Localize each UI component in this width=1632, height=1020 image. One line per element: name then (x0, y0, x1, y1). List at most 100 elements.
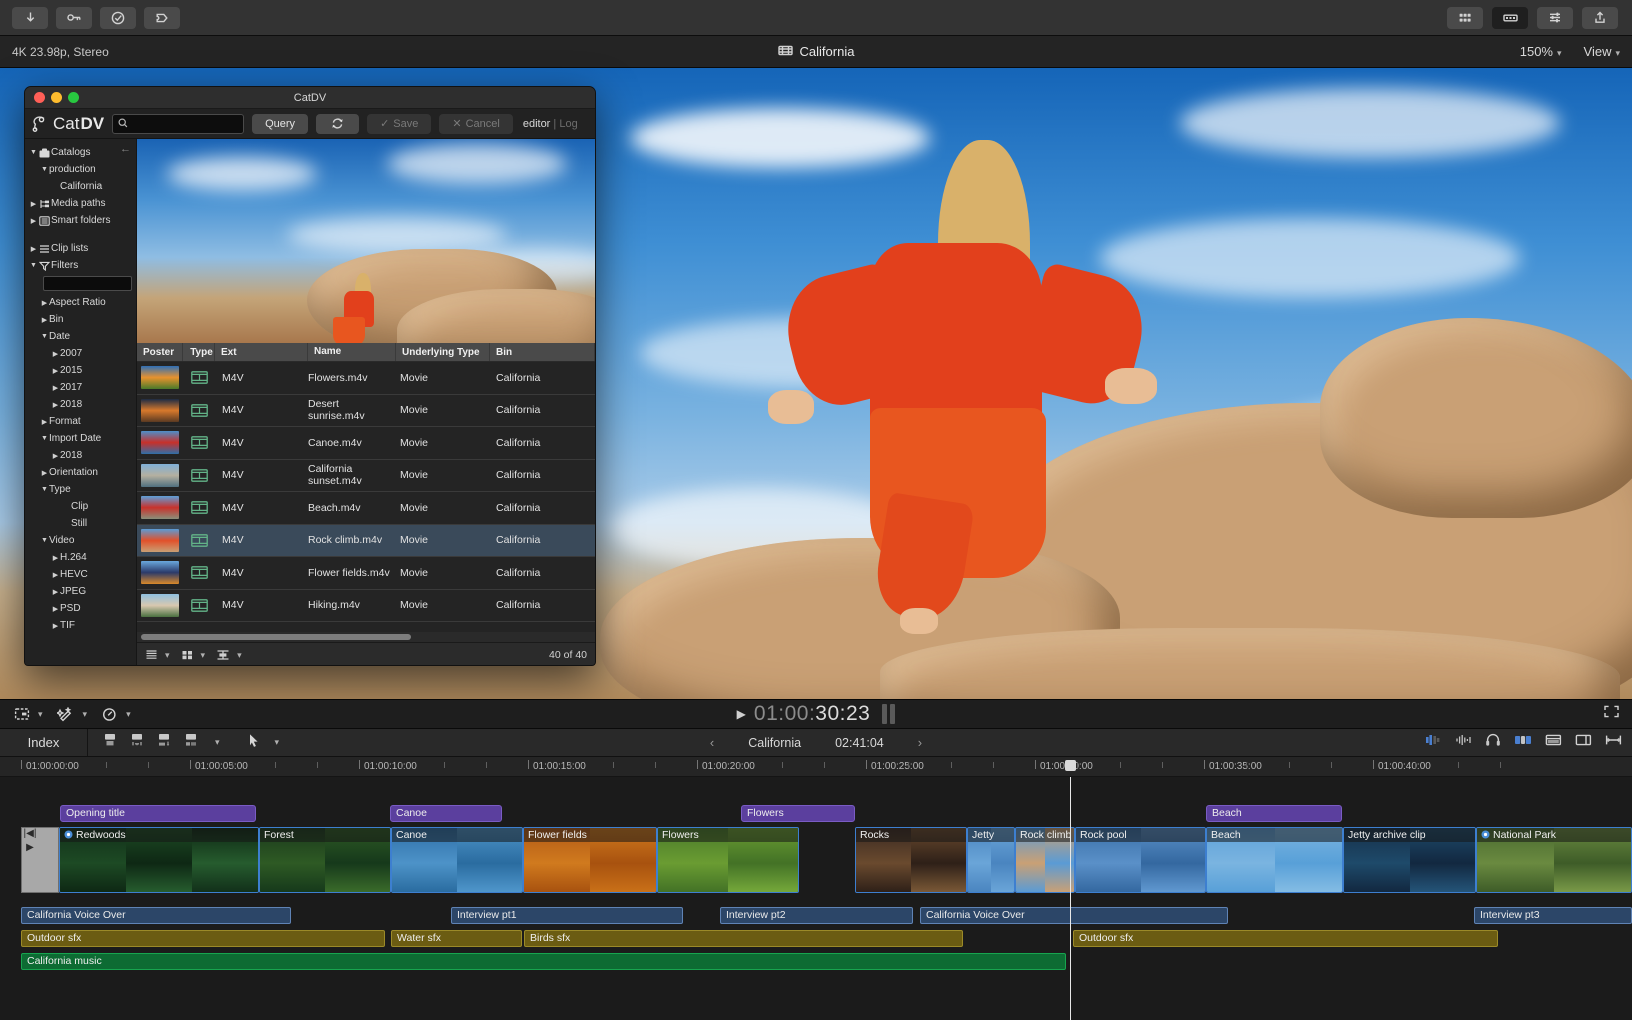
grid-view-icon[interactable]: ▾ (181, 649, 206, 661)
column-header-bin[interactable]: Bin (490, 343, 595, 361)
table-row[interactable]: M4VDesert sunrise.m4vMovieCalifornia (137, 395, 595, 428)
tree-item-media-paths[interactable]: ▶Media paths (25, 195, 136, 212)
timeline-ruler[interactable]: 01:00:00:0001:00:05:0001:00:10:0001:00:1… (0, 757, 1632, 777)
filter-search-input[interactable] (43, 276, 132, 291)
video-clip[interactable]: Jetty archive clip (1343, 827, 1476, 893)
keywords-button[interactable] (56, 7, 92, 29)
video-clip[interactable]: Flowers (657, 827, 799, 893)
column-header-poster[interactable]: Poster (137, 343, 183, 361)
title-clip[interactable]: Flowers (741, 805, 855, 822)
twisty-right-icon[interactable]: ▶ (51, 554, 60, 562)
table-row[interactable]: M4VHiking.m4vMovieCalifornia (137, 590, 595, 623)
twisty-down-icon[interactable]: ▼ (40, 333, 49, 340)
column-header-type[interactable]: Type (183, 343, 215, 361)
title-clip[interactable]: Opening title (60, 805, 256, 822)
analyze-button[interactable] (100, 7, 136, 29)
twisty-right-icon[interactable]: ▶ (51, 605, 60, 613)
catdv-table-body[interactable]: M4VFlowers.m4vMovieCaliforniaM4VDesert s… (137, 362, 595, 632)
twisty-right-icon[interactable]: ▶ (51, 622, 60, 630)
twisty-right-icon[interactable]: ▶ (29, 217, 38, 225)
twisty-right-icon[interactable]: ▶ (51, 350, 60, 358)
browser-layout-button[interactable] (1447, 7, 1483, 29)
tree-item-tif[interactable]: ▶TIF (25, 617, 136, 634)
video-clip[interactable]: Beach (1206, 827, 1343, 893)
twisty-down-icon[interactable]: ▼ (29, 262, 38, 269)
tree-item-filters[interactable]: ▼Filters (25, 257, 136, 274)
audio-meters-button[interactable] (1425, 733, 1442, 752)
table-row[interactable]: M4VBeach.m4vMovieCalifornia (137, 492, 595, 525)
background-tasks-button[interactable] (144, 7, 180, 29)
tree-item-clip[interactable]: Clip (25, 498, 136, 515)
tree-item-2018[interactable]: ▶2018 (25, 396, 136, 413)
timeline-playhead[interactable] (1070, 777, 1071, 1020)
tree-item-h-264[interactable]: ▶H.264 (25, 549, 136, 566)
video-clip[interactable]: Rock pool (1075, 827, 1206, 893)
twisty-right-icon[interactable]: ▶ (40, 316, 49, 324)
table-row[interactable]: M4VRock climb.m4vMovieCalifornia (137, 525, 595, 558)
solo-button[interactable] (1485, 733, 1501, 752)
tree-item-video[interactable]: ▼Video (25, 532, 136, 549)
table-row[interactable]: M4VFlowers.m4vMovieCalifornia (137, 362, 595, 395)
sfx-clip[interactable]: Birds sfx (524, 930, 963, 947)
twisty-right-icon[interactable]: ▶ (51, 367, 60, 375)
fullscreen-button[interactable] (1603, 704, 1620, 724)
tree-item-clip-lists[interactable]: ▶Clip lists (25, 240, 136, 257)
catdv-search-box[interactable] (112, 114, 244, 134)
video-clip[interactable]: Canoe (391, 827, 523, 893)
list-view-icon[interactable]: ▾ (145, 649, 170, 661)
twisty-right-icon[interactable]: ▶ (40, 418, 49, 426)
audio-skimming-button[interactable] (1455, 733, 1472, 752)
twisty-down-icon[interactable]: ▼ (40, 486, 49, 493)
viewer-layout-button[interactable] (1492, 7, 1528, 29)
collapse-sidebar-icon[interactable]: ← (120, 143, 131, 155)
tree-item-production[interactable]: ▼production (25, 161, 136, 178)
video-clip[interactable]: Flower fields (523, 827, 657, 893)
tree-item-orientation[interactable]: ▶Orientation (25, 464, 136, 481)
tree-item-california[interactable]: California (25, 178, 136, 195)
audio-clip[interactable]: California Voice Over (920, 907, 1228, 924)
sfx-clip[interactable]: Water sfx (391, 930, 522, 947)
catdv-user-status[interactable]: editor | Log (523, 118, 578, 130)
refresh-button[interactable] (316, 114, 359, 134)
clip-trim-handle[interactable]: |◀|▶ (21, 827, 39, 841)
twisty-right-icon[interactable]: ▶ (51, 452, 60, 460)
column-header-ext[interactable]: Ext (215, 343, 308, 361)
video-clip[interactable]: Rock climb (1015, 827, 1075, 893)
twisty-right-icon[interactable]: ▶ (40, 299, 49, 307)
playhead-handle[interactable] (1065, 757, 1076, 777)
music-clip[interactable]: California music (21, 953, 1066, 970)
skimmer-handle[interactable] (882, 704, 895, 724)
tree-item-2018[interactable]: ▶2018 (25, 447, 136, 464)
playhead-timecode[interactable]: 01:00:30:23 (754, 702, 870, 726)
twisty-right-icon[interactable]: ▶ (51, 401, 60, 409)
tree-item-2015[interactable]: ▶2015 (25, 362, 136, 379)
audio-clip[interactable]: Interview pt2 (720, 907, 913, 924)
tree-item-psd[interactable]: ▶PSD (25, 600, 136, 617)
tree-item-format[interactable]: ▶Format (25, 413, 136, 430)
twisty-right-icon[interactable]: ▶ (29, 245, 38, 253)
tree-item-hevc[interactable]: ▶HEVC (25, 566, 136, 583)
import-media-button[interactable] (12, 7, 48, 29)
view-menu[interactable]: View▾ (1584, 44, 1620, 59)
audio-clip[interactable]: Interview pt1 (451, 907, 683, 924)
inspector-button[interactable] (1537, 7, 1573, 29)
tree-item-bin[interactable]: ▶Bin (25, 311, 136, 328)
snapping-button[interactable] (1514, 733, 1532, 752)
query-button[interactable]: Query (252, 114, 308, 134)
clip-appearance-button[interactable] (1545, 733, 1562, 752)
twisty-right-icon[interactable]: ▶ (51, 588, 60, 596)
catdv-horizontal-scrollbar[interactable] (137, 632, 595, 642)
sfx-clip[interactable]: Outdoor sfx (21, 930, 385, 947)
timeline-tracks[interactable]: Opening titleCanoeFlowersBeach |◀|▶Redwo… (0, 777, 1632, 1020)
table-row[interactable]: M4VCanoe.m4vMovieCalifornia (137, 427, 595, 460)
tree-item-jpeg[interactable]: ▶JPEG (25, 583, 136, 600)
table-row[interactable]: M4VCalifornia sunset.m4vMovieCalifornia (137, 460, 595, 493)
twisty-right-icon[interactable]: ▶ (40, 469, 49, 477)
catdv-search-input[interactable] (132, 118, 238, 130)
play-icon[interactable]: ▶ (737, 707, 746, 721)
tree-item-aspect-ratio[interactable]: ▶Aspect Ratio (25, 294, 136, 311)
twisty-right-icon[interactable]: ▶ (51, 571, 60, 579)
table-row[interactable]: M4VFlower fields.m4vMovieCalifornia (137, 557, 595, 590)
video-clip[interactable]: Jetty (967, 827, 1015, 893)
tree-item-smart-folders[interactable]: ▶Smart folders (25, 212, 136, 229)
